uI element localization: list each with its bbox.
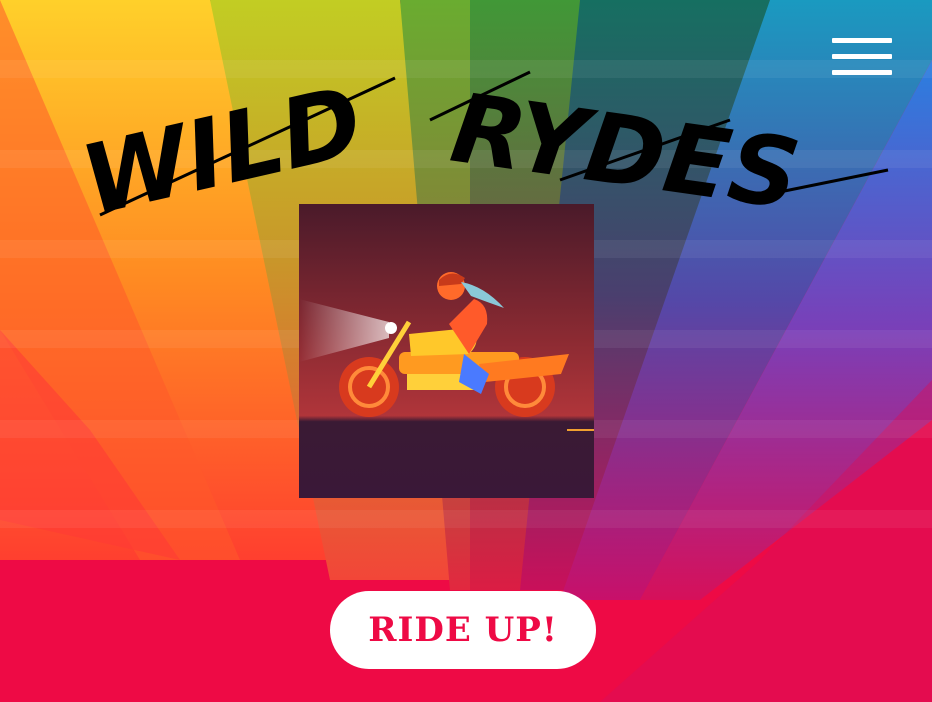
menu-bar-middle — [832, 54, 892, 59]
menu-bar-top — [832, 38, 892, 43]
menu-bar-bottom — [832, 70, 892, 75]
motorcycle-rider-image — [299, 204, 594, 498]
ride-up-button-label: RIDE UP! — [368, 610, 558, 650]
ride-up-button[interactable]: RIDE UP! — [330, 591, 596, 669]
hamburger-menu-button[interactable] — [832, 38, 892, 78]
